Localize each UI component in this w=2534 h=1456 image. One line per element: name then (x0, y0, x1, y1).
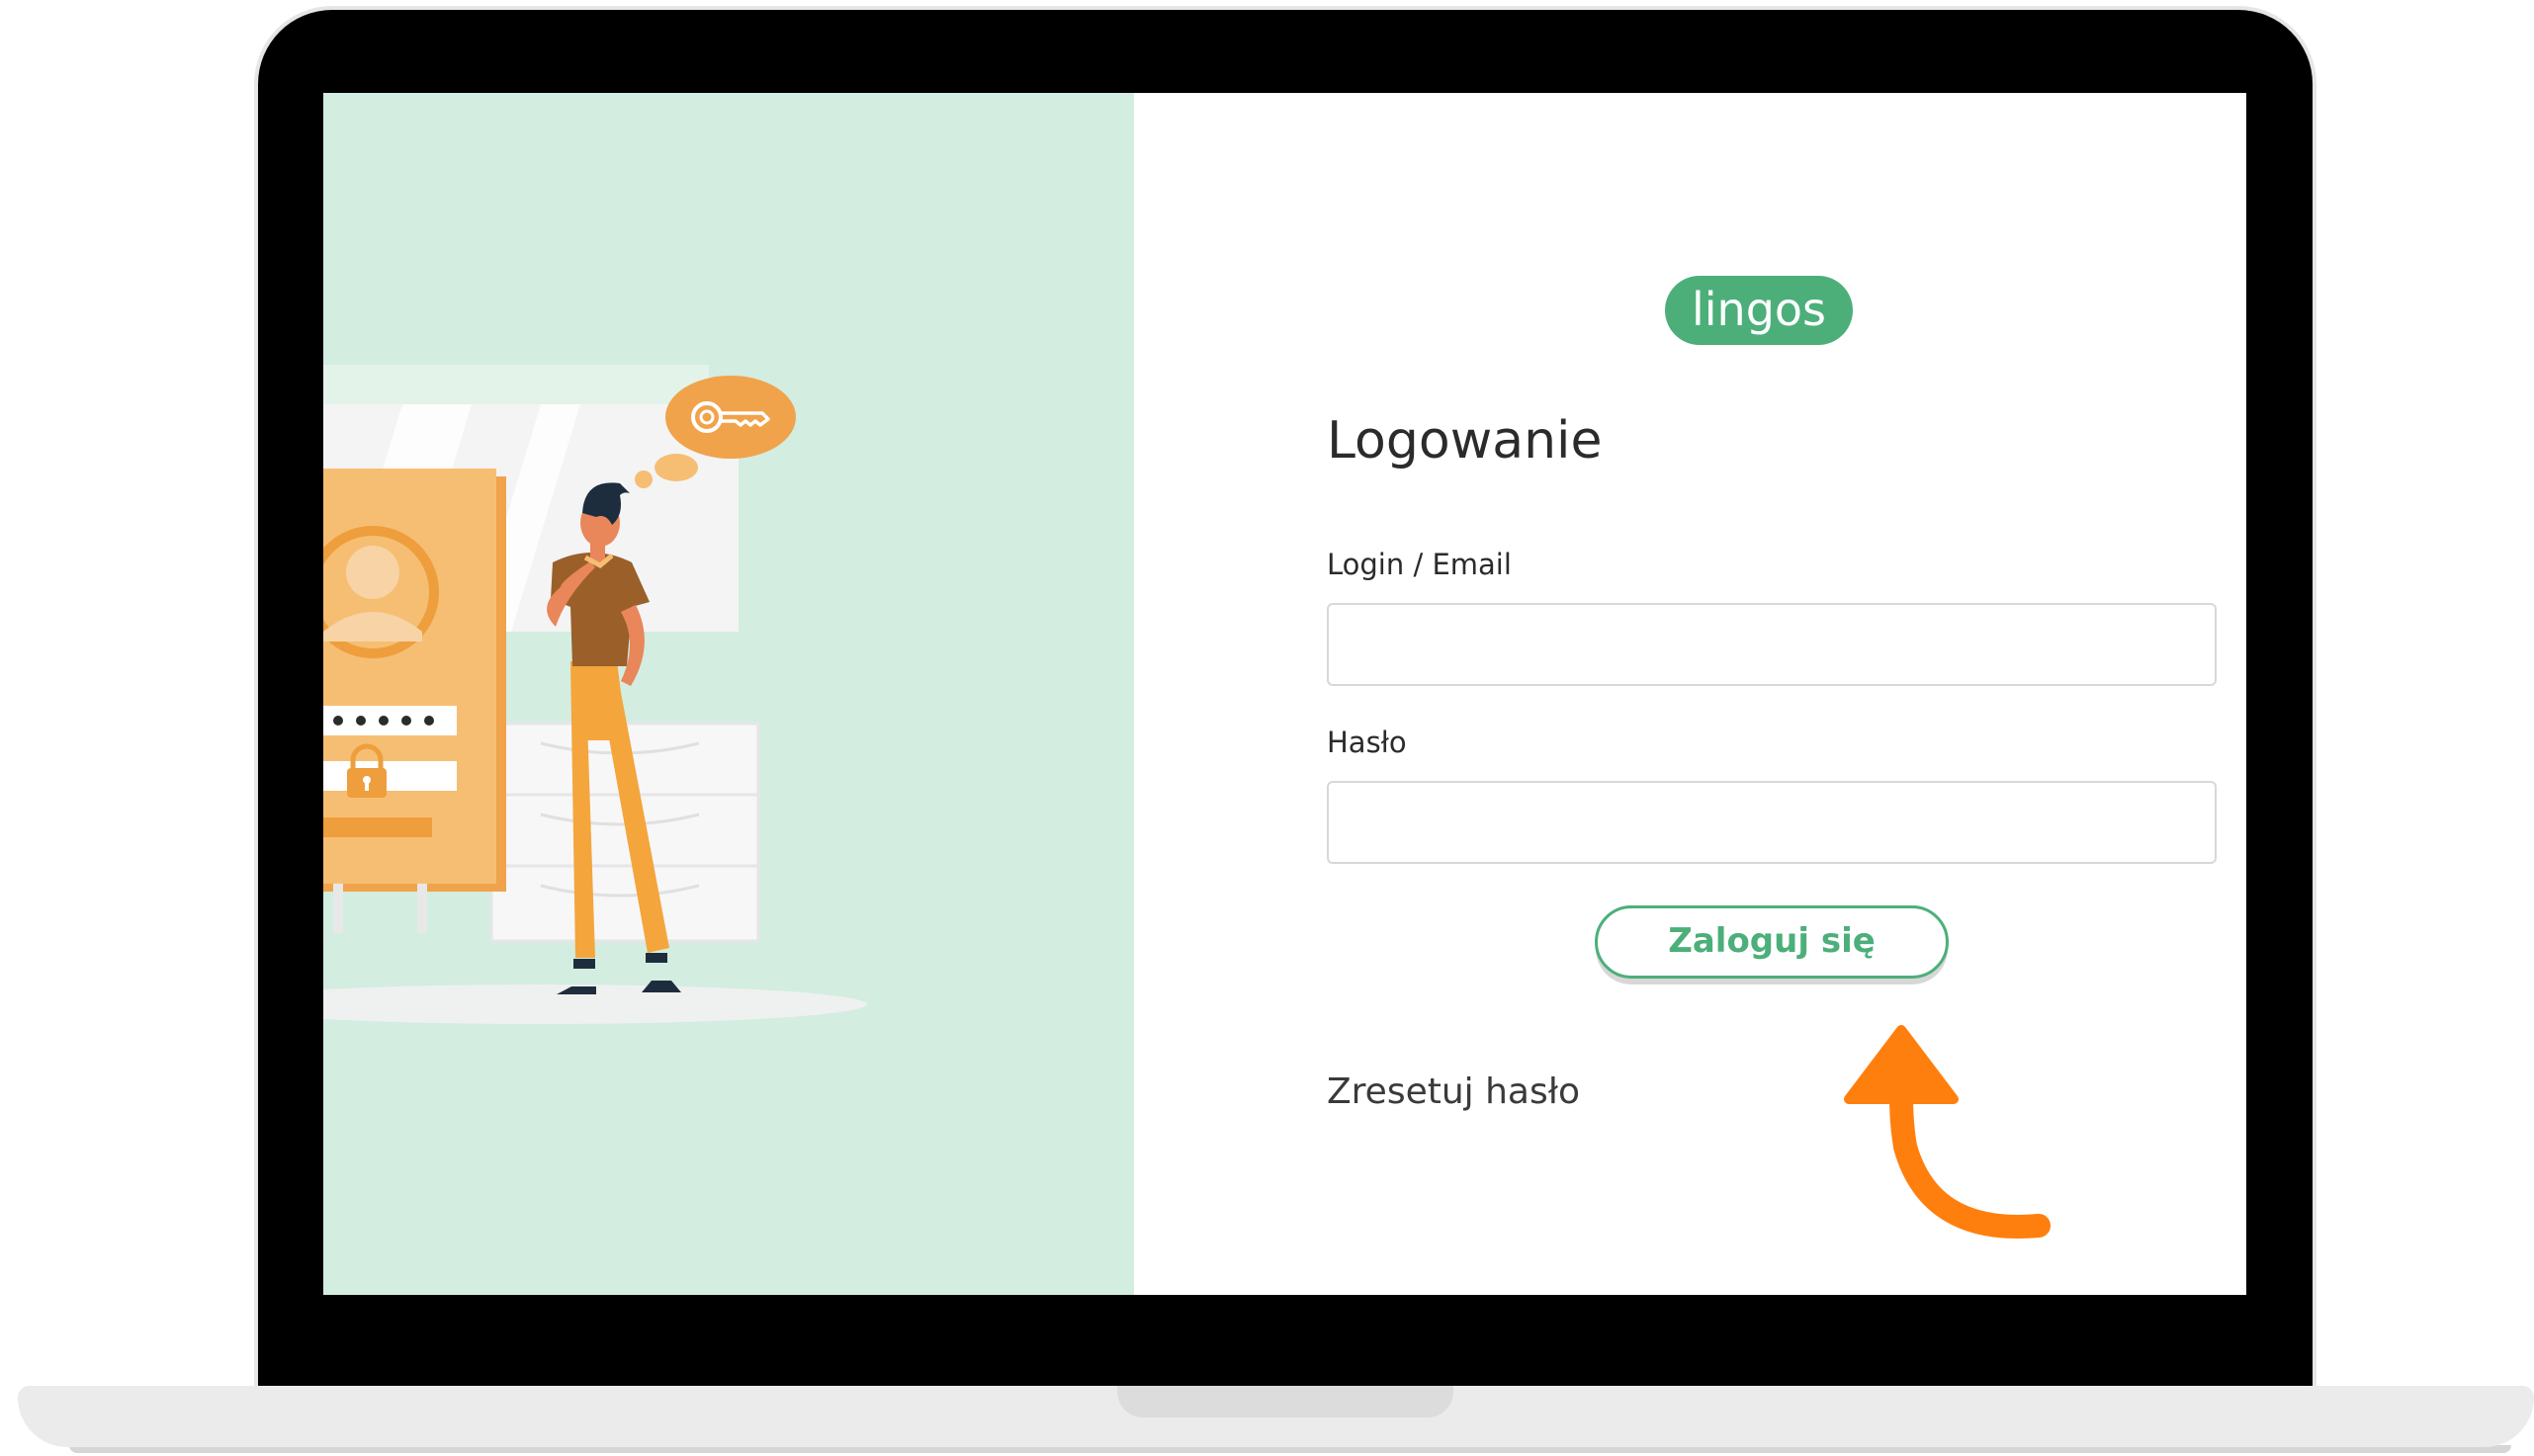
thought-dot (635, 471, 653, 488)
card-button-graphic (323, 817, 432, 837)
login-email-input[interactable] (1327, 603, 2217, 686)
card-leg (417, 884, 427, 933)
lock-field-graphic (323, 761, 457, 791)
reset-password-link[interactable]: Zresetuj hasło (1327, 1071, 1580, 1112)
login-email-label: Login / Email (1327, 548, 1512, 581)
password-field-graphic (323, 706, 457, 735)
lingos-logo: lingos (1665, 276, 1853, 345)
laptop-notch (1117, 1386, 1453, 1417)
user-avatar-head (346, 546, 399, 599)
thought-bubble (665, 376, 796, 459)
laptop-mockup: lingos Logowanie Login / Email Hasło Zal… (0, 0, 2534, 1456)
thought-dot (655, 454, 698, 481)
login-illustration (323, 365, 867, 1024)
password-label: Hasło (1327, 726, 1407, 759)
login-panel: lingos Logowanie Login / Email Hasło Zal… (1134, 93, 2246, 1295)
illustration-panel (323, 93, 1134, 1295)
page-title: Logowanie (1327, 411, 1603, 471)
login-button[interactable]: Zaloguj się (1595, 905, 1949, 979)
curved-arrow-icon (1844, 1025, 2051, 1239)
card-leg (333, 884, 343, 933)
password-input[interactable] (1327, 781, 2217, 864)
